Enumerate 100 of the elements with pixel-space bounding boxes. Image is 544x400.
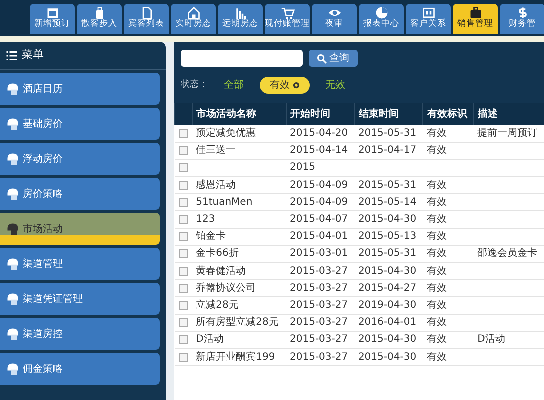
row-checkbox[interactable] — [178, 266, 188, 276]
table-cell: 有效 — [426, 352, 447, 363]
sidebar-item[interactable]: 渠道管理 — [0, 248, 160, 280]
id-card-icon — [422, 6, 436, 20]
nav-tab[interactable]: 客户关系 — [406, 4, 451, 34]
close-icon — [292, 82, 300, 89]
table-cell: 2015-05-31 — [358, 180, 417, 191]
table-cell: 2015-04-17 — [358, 145, 417, 156]
row-checkbox[interactable] — [178, 146, 188, 156]
sidebar-item[interactable]: 酒店日历 — [0, 73, 160, 105]
house-icon — [186, 6, 200, 20]
bar-chart-icon — [234, 6, 248, 20]
row-checkbox[interactable] — [178, 163, 188, 172]
table-cell: 有效 — [426, 266, 447, 277]
table-cell: 预定减免优惠 — [196, 128, 256, 139]
table-cell: 2015-04-14 — [290, 145, 348, 156]
table-cell: 2015-03-27 — [290, 282, 348, 294]
search-icon — [317, 54, 327, 64]
nav-tab[interactable]: 宾客列表 — [124, 4, 169, 34]
column-header: 有效标识 — [422, 103, 474, 125]
briefcase-icon — [468, 6, 482, 20]
nav-tab[interactable]: 实时房态 — [171, 4, 216, 34]
table-cell: 2015-05-13 — [358, 231, 417, 242]
row-checkbox[interactable] — [178, 300, 188, 310]
table-cell: 佳三送一 — [196, 145, 236, 156]
table-cell: 2015-03-01 — [290, 248, 348, 260]
table-cell: D活动 — [196, 334, 224, 346]
cart-icon — [280, 6, 294, 20]
row-checkbox[interactable] — [178, 215, 188, 224]
sidebar-item[interactable]: 市场活动 — [0, 213, 160, 245]
column-header: 结束时间 — [354, 103, 423, 125]
row-checkbox[interactable] — [178, 335, 188, 344]
table-cell: 2015-04-07 — [290, 214, 348, 226]
sidebar-item[interactable]: 佣金策略 — [0, 353, 160, 385]
table-cell: 2019-04-30 — [358, 300, 417, 311]
nav-tab[interactable]: 夜审 — [312, 4, 357, 34]
table-cell: 立减28元 — [196, 300, 239, 311]
table-cell: 2015-05-31 — [358, 248, 417, 260]
table-cell: 2015-05-14 — [358, 196, 417, 208]
table-cell: 有效 — [426, 145, 447, 156]
nav-tab[interactable]: 销售管理 — [453, 4, 498, 34]
sidebar-item[interactable]: 房价策略 — [0, 178, 160, 210]
row-checkbox[interactable] — [178, 318, 188, 328]
row-checkbox[interactable] — [178, 198, 188, 207]
filter-option[interactable]: 无效 — [316, 77, 356, 94]
nav-tab[interactable]: 新增预订 — [30, 4, 75, 34]
table-cell: 2015-04-30 — [358, 214, 417, 226]
sidebar-item[interactable]: 渠道房控 — [0, 318, 160, 350]
table-cell: 2015-04-27 — [358, 282, 417, 294]
row-checkbox[interactable] — [178, 128, 188, 138]
nav-tab[interactable]: 远期房态 — [218, 4, 263, 34]
table-cell: 51tuanMen — [196, 196, 253, 208]
row-checkbox[interactable] — [178, 249, 188, 258]
nav-tab[interactable]: 现付账管理 — [265, 4, 310, 34]
column-header: 市场活动名称 — [192, 103, 286, 125]
sidebar-item[interactable]: 浮动房价 — [0, 143, 160, 175]
table-cell: 2015 — [290, 162, 316, 174]
column-header: 描述 — [474, 103, 544, 125]
search-field[interactable] — [181, 50, 303, 67]
table-cell: 有效 — [426, 180, 447, 191]
search-button[interactable]: 查询 — [309, 50, 358, 67]
table-cell: 2015-04-09 — [290, 196, 348, 208]
table-cell: 2015-04-20 — [290, 128, 348, 139]
table-cell: D活动 — [478, 334, 506, 346]
filter-option[interactable]: 有效 — [260, 77, 310, 94]
table-cell: 邵逸会员金卡 — [478, 248, 538, 260]
table-cell: 2015-04-30 — [358, 334, 417, 346]
table-cell: 2015-03-27 — [290, 317, 348, 328]
table-cell: 2015-04-01 — [290, 231, 348, 242]
menu-icon — [6, 50, 18, 62]
row-checkbox[interactable] — [178, 180, 188, 190]
table-cell: 123 — [196, 214, 216, 226]
table-cell: 黄春健活动 — [196, 266, 246, 277]
row-checkbox[interactable] — [178, 232, 188, 242]
row-checkbox[interactable] — [178, 352, 188, 362]
row-checkbox[interactable] — [178, 284, 188, 293]
nav-tab[interactable]: 报表中心 — [359, 4, 404, 34]
table-cell: 2015-05-31 — [358, 128, 417, 139]
filter-label: 状态： — [181, 78, 208, 92]
table-cell: 2015-03-27 — [290, 300, 348, 311]
sidebar-item[interactable]: 基础房价 — [0, 108, 160, 140]
table-cell: 2015-03-27 — [290, 334, 348, 346]
table-cell: 有效 — [426, 300, 447, 311]
nav-tab[interactable]: 散客步入 — [77, 4, 122, 34]
filter-option[interactable]: 全部 — [214, 77, 254, 94]
table-cell: 有效 — [426, 196, 447, 208]
sidebar-item[interactable]: 渠道凭证管理 — [0, 283, 160, 315]
table-cell: 有效 — [426, 317, 447, 328]
nav-tab[interactable]: 财务管 — [500, 4, 544, 34]
table-cell: 有效 — [426, 334, 447, 346]
table-cell: 2015-04-09 — [290, 180, 348, 191]
table-cell: 2015-03-27 — [290, 352, 348, 363]
sidebar-title: 菜单 — [22, 47, 44, 64]
table-cell: 有效 — [426, 248, 447, 260]
table-cell: 2015-04-30 — [358, 266, 417, 277]
table-cell: 新店开业酬宾199 — [196, 352, 276, 363]
table-cell: 感恩活动 — [196, 180, 236, 191]
pie-chart-icon — [374, 6, 388, 20]
table-cell: 金卡66折 — [196, 248, 239, 260]
table-cell: 有效 — [426, 128, 447, 139]
